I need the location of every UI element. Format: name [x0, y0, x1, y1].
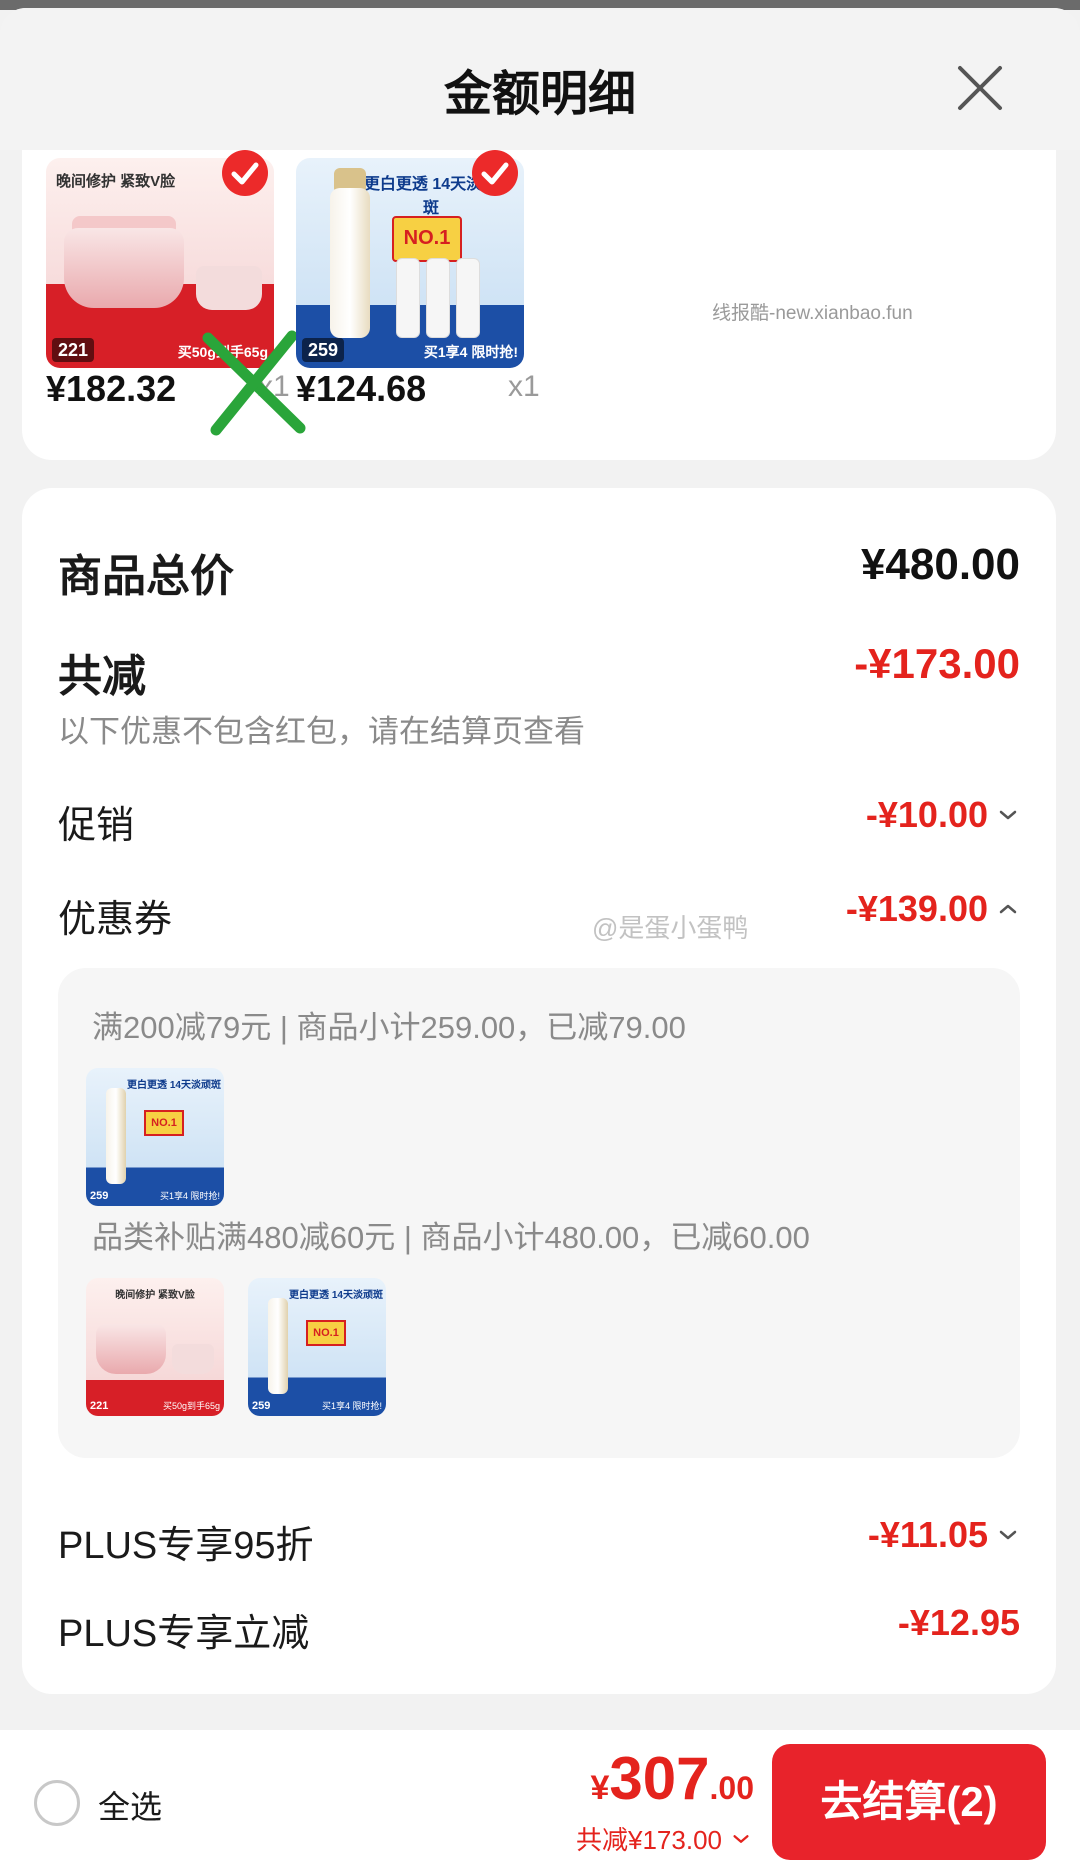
coupon-row-toggle[interactable]: -¥139.00: [846, 888, 1020, 930]
site-watermark: 线报酷-new.xianbao.fun: [712, 303, 913, 324]
chevron-down-icon: [999, 810, 1017, 820]
tube-shape: [456, 258, 480, 338]
thumb-price-badge: 259: [302, 338, 345, 362]
coupon-details-panel: 满200减79元 | 商品小计259.00，已减79.00 更白更透 14天淡顽…: [58, 968, 1020, 1458]
promotion-label: 促销: [58, 805, 135, 847]
plus-discount-label: PLUS专享95折: [58, 1525, 314, 1567]
thumb-promo-text: 买1享4 限时抢!: [423, 344, 518, 360]
jar-small-shape: [172, 1344, 214, 1374]
bottle-shape: [268, 1298, 288, 1394]
payable-total: ¥307.00: [590, 1744, 754, 1813]
check-icon: [481, 162, 509, 185]
thumb-no1-badge: NO.1: [392, 216, 462, 262]
coupon-product-thumbnail: 晚间修护 紧致V脸 221 买50g到手65g: [86, 1278, 224, 1416]
amount-details-sheet: 金额明细 晚间修护 紧致V脸 221 买50g到手65g: [0, 8, 1080, 1866]
coupon-value: -¥139.00: [845, 888, 988, 929]
thumb-no1-badge: NO.1: [144, 1110, 184, 1136]
coupon-detail-line: 满200减79元 | 商品小计259.00，已减79.00: [92, 1010, 686, 1045]
chevron-up-icon: [999, 904, 1017, 914]
product-price: ¥182.32: [46, 368, 177, 409]
check-icon: [231, 162, 259, 185]
thumb-price-badge: 259: [252, 1400, 271, 1412]
thumb-price-badge: 259: [90, 1190, 109, 1202]
product-item-nivea[interactable]: 更白更透 14天淡顽斑 NO.1 259 买1享4 限时抢! ¥124.68 x…: [296, 150, 540, 409]
payable-decimal: .00: [709, 1770, 754, 1806]
thumb-no1-badge: NO.1: [306, 1320, 346, 1346]
thumb-headline: 更白更透 14天淡顽斑: [127, 1080, 221, 1091]
coupon-detail-line: 品类补贴满480减60元 | 商品小计480.00，已减60.00: [92, 1220, 810, 1255]
plus-instant-label: PLUS专享立减: [58, 1613, 310, 1655]
thumb-price-badge: 221: [90, 1400, 109, 1412]
thumb-price-badge: 221: [52, 338, 95, 362]
payable-integer: 307: [609, 1745, 710, 1812]
selected-check-badge[interactable]: [472, 150, 518, 196]
tube-shape: [396, 258, 420, 338]
goods-total-label: 商品总价: [58, 552, 234, 601]
payable-currency: ¥: [590, 1769, 610, 1807]
product-price: ¥124.68: [296, 368, 427, 409]
total-discount-label: 共减: [58, 652, 146, 701]
chevron-down-icon: [999, 1530, 1017, 1540]
tube-shape: [426, 258, 450, 338]
plus-instant-value: -¥12.95: [897, 1602, 1020, 1643]
jar-small-shape: [196, 266, 262, 310]
chevron-down-icon: [733, 1834, 749, 1843]
thumb-headline: 晚间修护 紧致V脸: [115, 1290, 195, 1301]
product-quantity: x1: [508, 370, 540, 403]
coupon-product-thumbnail: 更白更透 14天淡顽斑 NO.1 259 买1享4 限时抢!: [248, 1278, 386, 1416]
weibo-watermark: @是蛋小蛋鸭: [592, 913, 749, 943]
select-all-label[interactable]: 全选: [98, 1782, 162, 1828]
bottle-shape: [106, 1088, 126, 1184]
thumb-promo-text: 买1享4 限时抢!: [159, 1191, 220, 1201]
select-all-radio-icon[interactable]: [34, 1780, 80, 1826]
plus-discount-row-toggle[interactable]: -¥11.05: [868, 1514, 1020, 1556]
saved-amount: 共减¥173.00: [576, 1825, 722, 1855]
product-item-chando[interactable]: 晚间修护 紧致V脸 221 买50g到手65g ¥182.32 x1: [46, 150, 306, 436]
checkout-button[interactable]: 去结算(2): [772, 1744, 1046, 1860]
plus-discount-value: -¥11.05: [867, 1514, 988, 1555]
jar-shape: [64, 228, 184, 308]
total-discount-value: -¥173.00: [854, 640, 1020, 687]
close-button[interactable]: [950, 58, 1010, 118]
bottle-shape: [330, 188, 370, 338]
amount-details-card: 商品总价 ¥480.00 共减 -¥173.00 以下优惠不包含红包，请在结算页…: [22, 488, 1056, 1694]
sheet-header: 金额明细: [0, 8, 1080, 150]
coupon-label: 优惠券: [58, 899, 173, 941]
thumb-headline: 晚间修护 紧致V脸: [56, 173, 176, 190]
saved-amount-toggle[interactable]: 共减¥173.00: [576, 1820, 752, 1857]
jar-shape: [96, 1324, 166, 1374]
discount-note: 以下优惠不包含红包，请在结算页查看: [58, 714, 585, 749]
close-icon: [958, 66, 1002, 110]
page-title: 金额明细: [443, 68, 636, 121]
goods-total-value: ¥480.00: [860, 540, 1020, 589]
promotion-value: -¥10.00: [865, 794, 988, 835]
coupon-product-thumbnail: 更白更透 14天淡顽斑 NO.1 259 买1享4 限时抢!: [86, 1068, 224, 1206]
thumb-promo-text: 买1享4 限时抢!: [321, 1401, 382, 1411]
checkout-bar: 全选 ¥307.00 共减¥173.00 去结算(2): [0, 1730, 1080, 1866]
thumb-headline: 更白更透 14天淡顽斑: [289, 1290, 383, 1301]
selected-check-badge[interactable]: [222, 150, 268, 196]
product-list-card: 晚间修护 紧致V脸 221 买50g到手65g ¥182.32 x1 更白: [22, 150, 1056, 460]
promotion-row-toggle[interactable]: -¥10.00: [866, 794, 1020, 836]
thumb-promo-text: 买50g到手65g: [162, 1401, 220, 1411]
